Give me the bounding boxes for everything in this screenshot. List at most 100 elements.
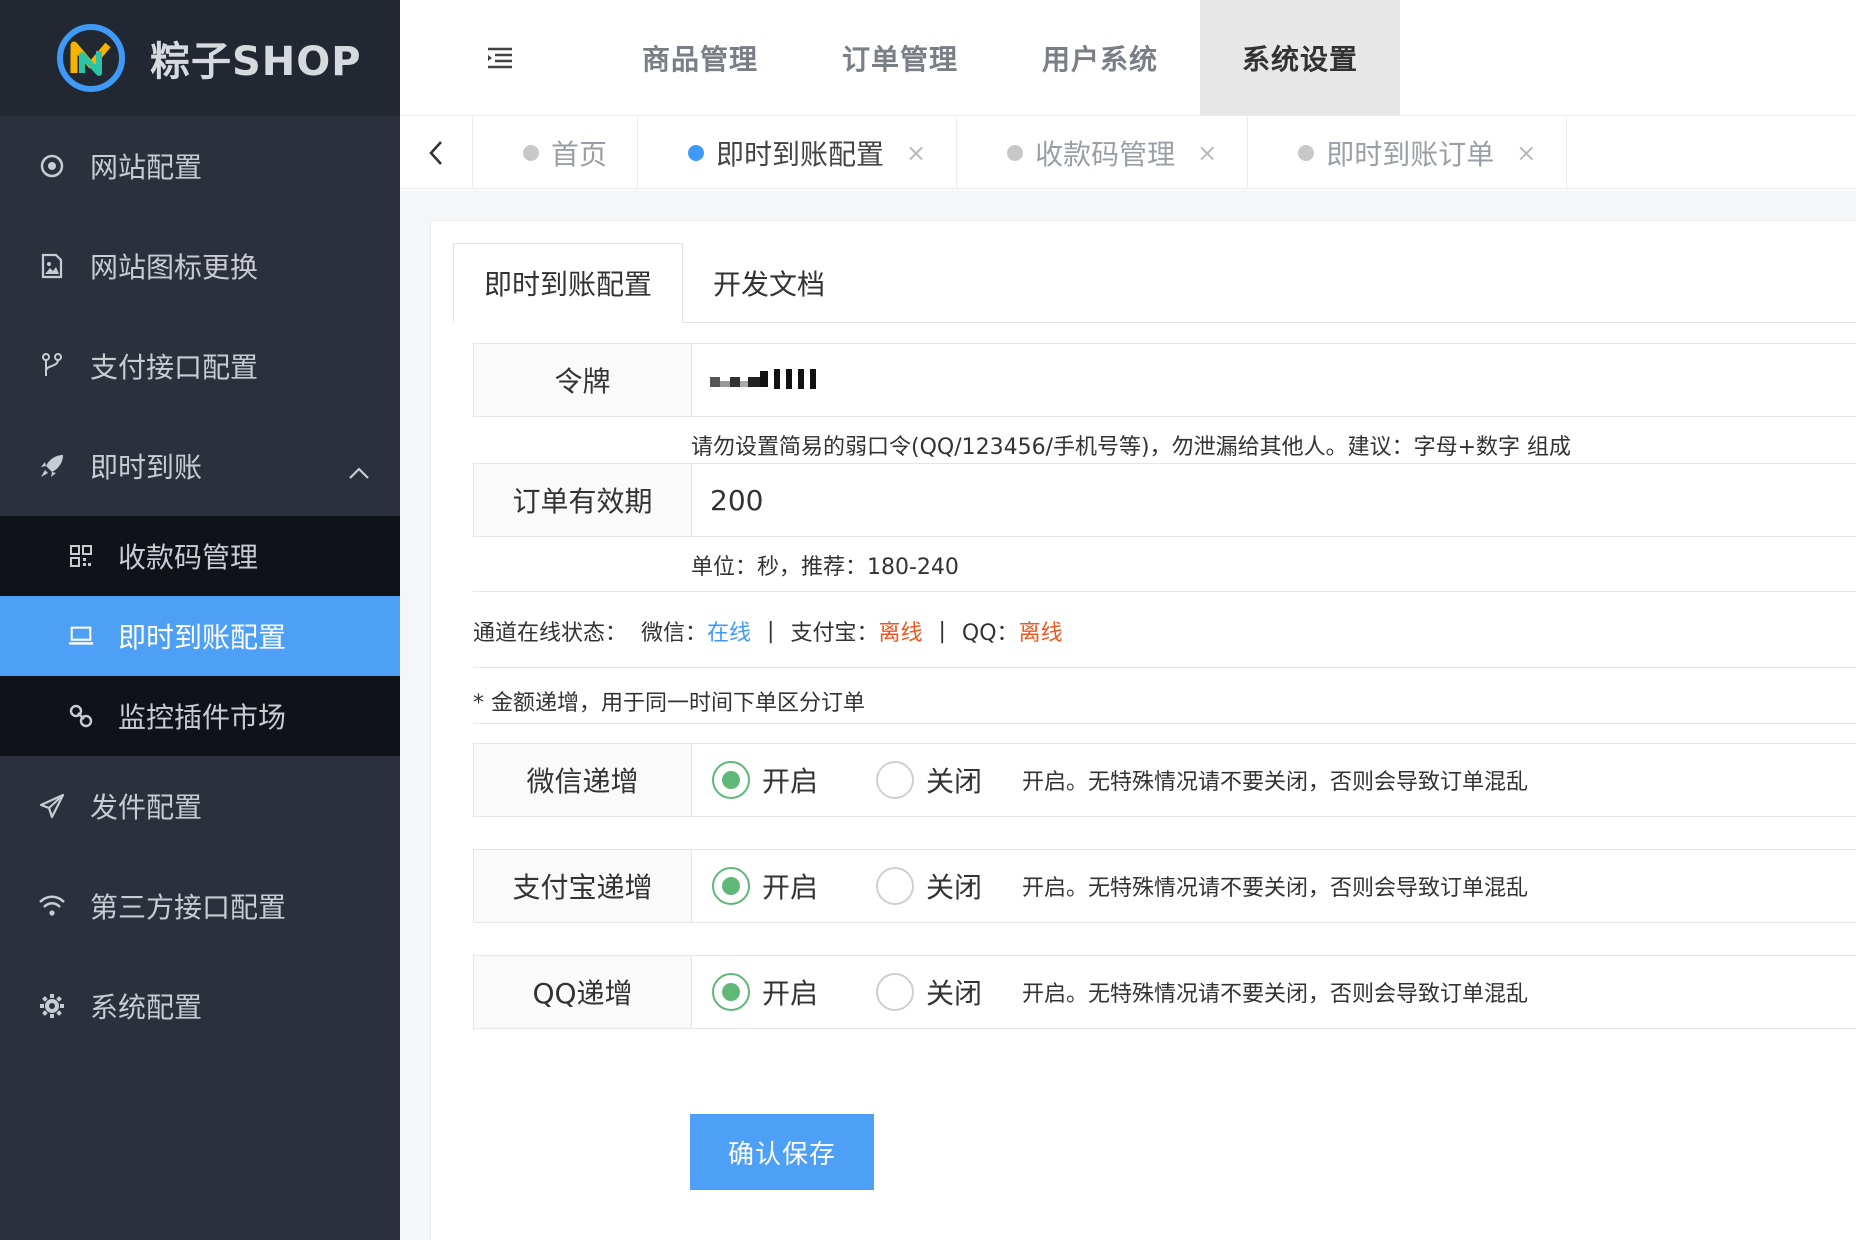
token-row: 令牌 [473, 343, 1856, 417]
sidebar-subitem-label: 监控插件市场 [118, 701, 287, 734]
page-tab-label: 即时到账配置 [716, 137, 885, 171]
wechat-increment-radios: 开启 关闭 开启。无特殊情况请不要关闭，否则会导致订单混乱 [692, 744, 1528, 816]
sidebar-subitem-plugin-market[interactable]: 监控插件市场 [0, 676, 400, 756]
sidebar-subitem-qrcode[interactable]: 收款码管理 [0, 516, 400, 596]
token-hint: 请勿设置简易的弱口令(QQ/123456/手机号等)，勿泄漏给其他人。建议：字母… [691, 435, 1572, 460]
card-tab-instant-config[interactable]: 即时到账配置 [453, 243, 684, 323]
alipay-status-badge: 离线 [878, 621, 923, 646]
radio-circle [712, 973, 750, 1011]
status-prefix: 通道在线状态： [473, 621, 628, 646]
expiry-input[interactable]: 200 [692, 464, 1856, 536]
menu-toggle-button[interactable] [400, 0, 600, 115]
sidebar-item-label: 网站图标更换 [90, 251, 259, 284]
qq-status-badge: 离线 [1018, 621, 1063, 646]
tab-dot [1007, 144, 1024, 161]
status-separator: | [767, 618, 775, 644]
alipay-status-label: 支付宝： [790, 621, 879, 646]
page-tab-qrcode[interactable]: 收款码管理 × [957, 117, 1249, 188]
expiry-label: 订单有效期 [474, 464, 692, 536]
page-tab-label: 首页 [551, 137, 608, 171]
top-tab-orders[interactable]: 订单管理 [800, 0, 1000, 115]
radio-circle [876, 973, 915, 1011]
page-tab-instant-config[interactable]: 即时到账配置 × [638, 117, 958, 188]
branch-icon [38, 352, 66, 380]
wifi-icon [38, 892, 66, 920]
config-card: 即时到账配置 开发文档 令牌 请勿设置简易的弱口令(QQ/123456/手机号等… [430, 220, 1856, 1240]
close-icon[interactable]: × [1516, 139, 1536, 167]
sidebar-item-label: 系统配置 [90, 991, 203, 1024]
page-tab-home[interactable]: 首页 [473, 117, 639, 188]
wechat-increment-on-radio[interactable]: 开启 [712, 760, 818, 800]
alipay-increment-on-radio[interactable]: 开启 [712, 866, 818, 906]
top-tab-products[interactable]: 商品管理 [600, 0, 800, 115]
sidebar-item-site-config[interactable]: 网站配置 [0, 116, 400, 216]
close-icon[interactable]: × [1197, 139, 1217, 167]
radio-label: 关闭 [926, 871, 983, 904]
status-separator: | [938, 618, 946, 644]
radio-circle [712, 761, 750, 799]
sidebar-subitem-instant-config[interactable]: 即时到账配置 [0, 596, 400, 676]
brand-logo-icon [57, 24, 125, 92]
page-tab-label: 收款码管理 [1035, 137, 1176, 171]
wechat-increment-off-radio[interactable]: 关闭 [876, 760, 982, 800]
target-icon [38, 152, 66, 180]
radio-circle [712, 867, 750, 905]
tab-dot [523, 144, 539, 161]
gear-icon [38, 992, 66, 1020]
sidebar-item-label: 发件配置 [90, 791, 203, 824]
increment-note: * 金额递增，用于同一时间下单区分订单 [473, 691, 865, 716]
sidebar-subitem-label: 收款码管理 [118, 541, 259, 574]
radio-label: 关闭 [926, 977, 983, 1010]
sidebar-item-instant-pay[interactable]: 即时到账 [0, 416, 400, 516]
card-tabs: 即时到账配置 开发文档 [453, 243, 1856, 323]
sidebar-subitem-label: 即时到账配置 [118, 621, 287, 654]
tabs-back-button[interactable] [400, 117, 473, 188]
brand-name: 粽子SHOP [150, 39, 362, 85]
alipay-increment-row: 支付宝递增 开启 关闭 开启。无特殊情况请不要关闭，否则会导致订单混乱 [473, 849, 1856, 923]
page-tab-instant-orders[interactable]: 即时到账订单 × [1248, 117, 1568, 188]
sidebar-item-mail-config[interactable]: 发件配置 [0, 756, 400, 856]
save-button[interactable]: 确认保存 [690, 1114, 874, 1190]
main-content: 即时到账配置 开发文档 令牌 请勿设置简易的弱口令(QQ/123456/手机号等… [400, 190, 1856, 1240]
sidebar-item-payment-config[interactable]: 支付接口配置 [0, 316, 400, 416]
sidebar-item-system-config[interactable]: 系统配置 [0, 956, 400, 1056]
sidebar-item-label: 网站配置 [90, 151, 203, 184]
page-tabs-bar: 首页 即时到账配置 × 收款码管理 × 即时到账订单 × [400, 117, 1856, 189]
radio-circle [876, 867, 915, 905]
top-tab-settings[interactable]: 系统设置 [1200, 0, 1401, 115]
qq-increment-label: QQ递增 [474, 956, 692, 1028]
sidebar-item-third-party[interactable]: 第三方接口配置 [0, 856, 400, 956]
divider [473, 667, 1856, 668]
sidebar: 粽子SHOP 网站配置 网站图标更换 支付接口配置 即时到账 收款码管理 即时到… [0, 0, 400, 1240]
alipay-increment-label: 支付宝递增 [474, 850, 692, 922]
divider [473, 591, 1856, 592]
wechat-increment-row: 微信递增 开启 关闭 开启。无特殊情况请不要关闭，否则会导致订单混乱 [473, 743, 1856, 817]
image-icon [38, 252, 66, 280]
radio-label: 开启 [762, 871, 819, 904]
chevron-up-icon [348, 454, 370, 487]
qq-increment-on-radio[interactable]: 开启 [712, 972, 818, 1012]
wechat-increment-hint: 开启。无特殊情况请不要关闭，否则会导致订单混乱 [1022, 770, 1529, 795]
card-tab-dev-docs[interactable]: 开发文档 [683, 243, 855, 322]
top-tab-users[interactable]: 用户系统 [1000, 0, 1200, 115]
token-input[interactable] [692, 344, 1856, 416]
paper-plane-icon [38, 792, 66, 820]
logo-bar: 粽子SHOP [0, 0, 400, 116]
alipay-increment-off-radio[interactable]: 关闭 [876, 866, 982, 906]
page-tab-label: 即时到账订单 [1326, 137, 1495, 171]
sidebar-item-label: 第三方接口配置 [90, 891, 287, 924]
chevron-left-icon [429, 140, 442, 165]
menu-fold-icon [488, 47, 512, 68]
wechat-increment-label: 微信递增 [474, 744, 692, 816]
sidebar-item-site-icon[interactable]: 网站图标更换 [0, 216, 400, 316]
expiry-row: 订单有效期 200 [473, 463, 1856, 537]
alipay-increment-radios: 开启 关闭 开启。无特殊情况请不要关闭，否则会导致订单混乱 [692, 850, 1528, 922]
close-icon[interactable]: × [906, 139, 926, 167]
sidebar-item-label: 即时到账 [90, 451, 203, 484]
qrcode-icon [68, 543, 94, 569]
qq-status-label: QQ： [961, 621, 1019, 646]
link-icon [68, 703, 94, 729]
divider [473, 723, 1856, 724]
qq-increment-off-radio[interactable]: 关闭 [876, 972, 982, 1012]
qq-increment-row: QQ递增 开启 关闭 开启。无特殊情况请不要关闭，否则会导致订单混乱 [473, 955, 1856, 1029]
